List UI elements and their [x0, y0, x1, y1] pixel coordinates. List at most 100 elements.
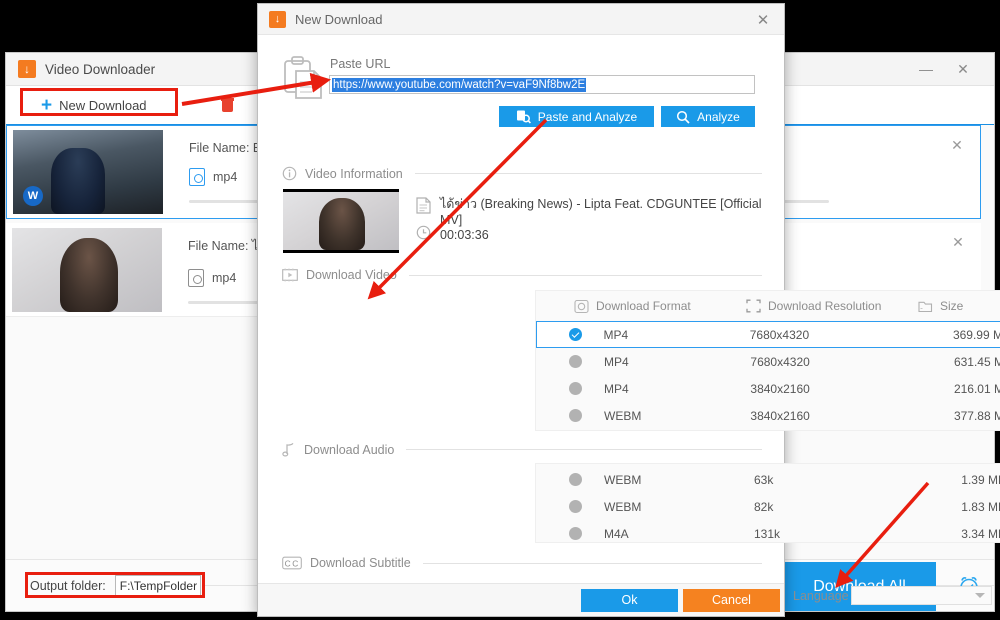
- analyze-label: Analyze: [697, 109, 740, 124]
- column-size: Size: [918, 299, 998, 313]
- column-download-format: Download Format: [574, 299, 746, 314]
- column-label: Download Format: [596, 299, 691, 313]
- music-note-icon: [282, 442, 296, 457]
- video-formats-table: Download Format Download Resolution Size…: [535, 290, 1000, 431]
- table-row[interactable]: MP4 3840x2160 216.01 MB: [536, 375, 1000, 402]
- file-format-label: mp4: [213, 170, 238, 184]
- film-icon: [282, 268, 298, 282]
- close-icon[interactable]: ✕: [950, 57, 976, 81]
- cell-size: 1.83 MB: [961, 499, 1000, 514]
- cell-bitrate: 63k: [754, 472, 774, 487]
- radio-button[interactable]: [569, 409, 582, 422]
- download-subtitle-label: Download Subtitle: [310, 556, 411, 570]
- table-row[interactable]: WEBM 63k 1.39 MB: [536, 466, 1000, 493]
- plus-icon: +: [41, 94, 53, 116]
- table-row[interactable]: M4A 131k 3.34 MB: [536, 520, 1000, 542]
- cell-size: 631.45 MB: [953, 354, 1000, 369]
- divider: [422, 562, 762, 564]
- close-icon[interactable]: ✕: [948, 136, 966, 154]
- ok-button[interactable]: Ok: [581, 588, 678, 612]
- table-row[interactable]: MP4 7680x4320 369.99 MB: [536, 321, 1000, 348]
- download-video-label: Download Video: [306, 268, 397, 282]
- video-file-icon: [188, 268, 204, 287]
- cell-resolution: 3840x2160: [750, 408, 810, 423]
- cell-size: 377.88 MB: [953, 408, 1000, 423]
- cell-resolution: 7680x4320: [749, 327, 810, 342]
- paste-url-label: Paste URL: [330, 57, 391, 71]
- watermark-badge: W: [23, 186, 43, 206]
- page-title: Video Downloader: [45, 61, 156, 77]
- clipboard-paste-icon: [282, 55, 324, 101]
- paste-and-analyze-button[interactable]: Paste and Analyze: [499, 106, 654, 127]
- cell-format: M4A: [604, 526, 629, 541]
- info-icon: [282, 166, 297, 181]
- radio-button[interactable]: [569, 527, 582, 540]
- new-download-button[interactable]: + New Download: [28, 90, 160, 120]
- file-size-icon: [918, 299, 933, 313]
- radio-button[interactable]: [569, 473, 582, 486]
- close-icon[interactable]: ✕: [752, 9, 774, 30]
- cell-size: 369.99 MB: [952, 327, 1000, 342]
- radio-selected[interactable]: [568, 328, 582, 341]
- dialog-titlebar: ↓ New Download ✕: [258, 4, 784, 35]
- radio-button[interactable]: [569, 382, 582, 395]
- output-folder-input[interactable]: F:\TempFolder: [114, 575, 201, 596]
- paste-and-analyze-label: Paste and Analyze: [537, 109, 638, 124]
- video-thumbnail: W: [13, 130, 163, 214]
- file-format-label: mp4: [212, 270, 237, 285]
- table-header: Download Format Download Resolution Size: [536, 291, 1000, 321]
- radio-button[interactable]: [569, 500, 582, 513]
- table-row[interactable]: MP4 7680x4320 631.45 MB: [536, 348, 1000, 375]
- cell-resolution: 3840x2160: [750, 381, 810, 396]
- column-label: Size: [940, 299, 964, 313]
- chevron-down-icon: [975, 593, 985, 598]
- cell-size: 1.39 MB: [961, 472, 1000, 487]
- new-download-dialog: ↓ New Download ✕ Paste URL https://www.y…: [257, 3, 1000, 617]
- download-audio-section-header: Download Audio: [282, 442, 762, 457]
- cell-bitrate: 131k: [754, 526, 781, 541]
- download-video-section-header: Download Video: [282, 268, 762, 282]
- cell-format: MP4: [603, 327, 629, 342]
- analyze-button[interactable]: Analyze: [661, 106, 755, 127]
- close-icon[interactable]: ✕: [949, 233, 967, 251]
- minimize-icon[interactable]: —: [913, 57, 939, 81]
- download-arrow-icon: ↓: [18, 60, 36, 78]
- screen-root: ↓ Video Downloader — ✕ + New Download W …: [0, 0, 1000, 620]
- video-information-label: Video Information: [305, 166, 403, 181]
- cell-format: WEBM: [604, 408, 642, 423]
- radio-button[interactable]: [569, 355, 582, 368]
- search-icon: [676, 110, 690, 124]
- clipboard-search-icon: [516, 109, 531, 124]
- svg-text:C: C: [285, 558, 291, 568]
- cell-bitrate: 82k: [754, 499, 774, 514]
- column-label: Download Resolution: [768, 299, 882, 313]
- cancel-button[interactable]: Cancel: [683, 588, 780, 612]
- cell-resolution: 7680x4320: [750, 354, 810, 369]
- video-duration: 00:03:36: [440, 228, 489, 242]
- divider: [414, 173, 762, 174]
- cell-format: MP4: [604, 381, 629, 396]
- trash-icon: [220, 98, 234, 112]
- url-input-value: https://www.youtube.com/watch?v=vaF9Nf8b…: [332, 77, 587, 92]
- url-input[interactable]: https://www.youtube.com/watch?v=vaF9Nf8b…: [329, 75, 755, 94]
- cell-format: MP4: [604, 354, 629, 369]
- cell-format: WEBM: [604, 499, 642, 514]
- divider: [408, 274, 762, 276]
- clock-icon: [416, 225, 431, 245]
- audio-formats-table: WEBM 63k 1.39 MB WEBM 82k 1.83 MB M4A 13…: [535, 463, 1000, 543]
- table-row[interactable]: WEBM 82k 1.83 MB: [536, 493, 1000, 520]
- svg-text:C: C: [292, 558, 298, 568]
- video-title: ได้ข่าว (Breaking News) - Lipta Feat. CD…: [440, 197, 762, 227]
- table-row[interactable]: WEBM 3840x2160 377.88 MB: [536, 402, 1000, 429]
- dialog-body: Paste URL https://www.youtube.com/watch?…: [258, 35, 1000, 605]
- delete-button[interactable]: [208, 90, 254, 120]
- language-select[interactable]: [851, 586, 992, 605]
- dialog-title: New Download: [295, 11, 383, 27]
- video-format-icon: [574, 299, 589, 314]
- language-label: Language: [793, 589, 849, 603]
- resolution-icon: [746, 299, 761, 313]
- video-file-icon: [189, 168, 205, 186]
- document-icon: [416, 197, 431, 219]
- column-download-resolution: Download Resolution: [746, 299, 918, 313]
- output-folder-label: Output folder:: [30, 578, 106, 593]
